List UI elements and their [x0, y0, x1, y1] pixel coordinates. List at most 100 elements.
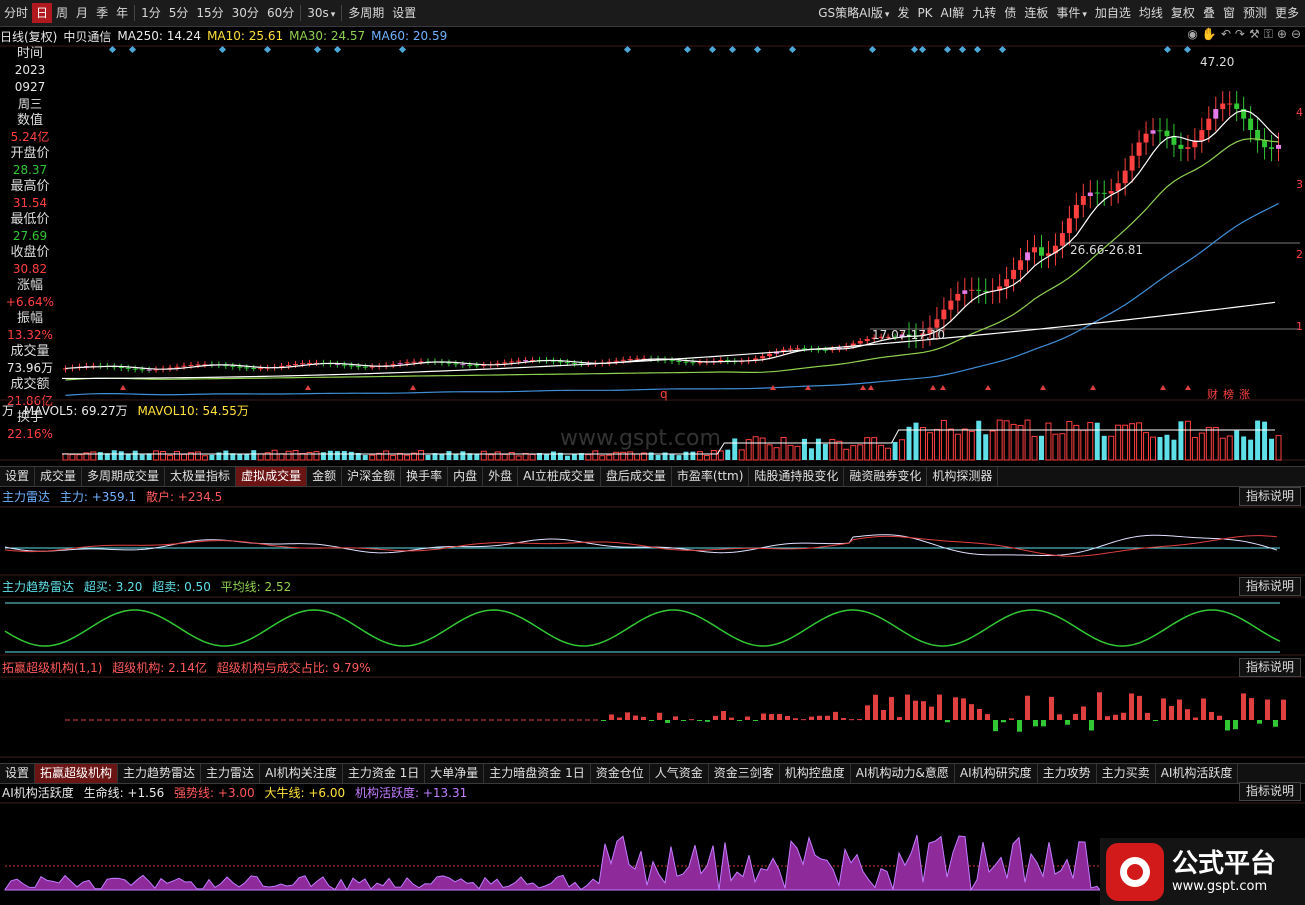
tabs1-tab-15[interactable]: 机构探测器 — [927, 467, 998, 486]
tabs2-tab-6[interactable]: 大单净量 — [425, 764, 484, 783]
ind3-bar — [1129, 693, 1134, 720]
tabs1-tab-8[interactable]: 内盘 — [448, 467, 483, 486]
tabs1-tab-2[interactable]: 多周期成交量 — [82, 467, 165, 486]
ind3-bar — [1217, 716, 1222, 720]
mavol5-value: MAVOL5: 69.27万 — [24, 404, 128, 418]
signal-diamond — [129, 46, 136, 53]
ind-super-inst-label: 拓赢超级机构(1,1) 超级机构: 2.14亿 超级机构与成交占比: 9.79% — [2, 659, 377, 676]
tabs2-tab-7[interactable]: 主力暗盘资金 1日 — [484, 764, 590, 783]
volume-bar — [572, 454, 577, 460]
ind4-help-button[interactable]: 指标说明 — [1239, 782, 1301, 801]
price-axis-tick: 4 — [1296, 106, 1303, 119]
candle-body — [635, 359, 640, 360]
tabs2-tab-3[interactable]: 主力雷达 — [201, 764, 260, 783]
volume-bar — [990, 431, 995, 460]
ind1-main: 主力: +359.1 — [60, 490, 136, 504]
volume-bar — [955, 434, 960, 460]
volume-bar — [725, 450, 730, 460]
tabs1-tab-9[interactable]: 外盘 — [483, 467, 518, 486]
candle-body — [1158, 130, 1163, 131]
ind1-help-button[interactable]: 指标说明 — [1239, 487, 1301, 506]
candle-body — [175, 367, 180, 368]
tabs2-tab-5[interactable]: 主力资金 1日 — [343, 764, 425, 783]
tabs2-tab-10[interactable]: 资金三剑客 — [709, 764, 780, 783]
ind3-bar — [561, 720, 566, 721]
tabs2-tab-9[interactable]: 人气资金 — [650, 764, 709, 783]
ind3-bar — [769, 714, 774, 720]
candle-body — [718, 360, 723, 361]
tabs2-tab-11[interactable]: 机构控盘度 — [780, 764, 851, 783]
tabs2-tab-14[interactable]: 主力攻势 — [1038, 764, 1097, 783]
ind3-bar — [985, 714, 990, 720]
ind3-bar — [929, 707, 934, 720]
candle-body — [558, 361, 563, 362]
ind3-name: 拓赢超级机构(1,1) — [2, 661, 102, 675]
volume-bar — [927, 433, 932, 460]
ind3-bar — [457, 720, 462, 721]
ind3-bar — [1065, 720, 1070, 725]
tabs1-tab-11[interactable]: 盘后成交量 — [601, 467, 672, 486]
volume-bar — [1178, 421, 1183, 460]
ind3-bar — [265, 720, 270, 721]
ind3-bar — [529, 720, 534, 721]
tabs1-tab-3[interactable]: 太极量指标 — [165, 467, 236, 486]
ind1-name: 主力雷达 — [2, 490, 50, 504]
candle-body — [1185, 147, 1190, 149]
tabs2-tab-0[interactable]: 设置 — [0, 764, 35, 783]
tabs1-tab-14[interactable]: 融资融券变化 — [844, 467, 927, 486]
tabs2-tab-2[interactable]: 主力趋势雷达 — [118, 764, 201, 783]
volume-bar — [1262, 422, 1267, 460]
volume-bar — [335, 451, 340, 460]
candle-body — [1220, 104, 1225, 110]
ind3-bar — [177, 720, 182, 721]
tabs1-tab-6[interactable]: 沪深金额 — [342, 467, 401, 486]
tabs1-tab-7[interactable]: 换手率 — [401, 467, 448, 486]
volume-bar — [816, 439, 821, 460]
tabs1-tab-13[interactable]: 陆股通持股变化 — [749, 467, 844, 486]
ind3-help-button[interactable]: 指标说明 — [1239, 658, 1301, 677]
signal-diamond — [399, 46, 406, 53]
ind3-bar — [777, 714, 782, 720]
tabs2-tab-8[interactable]: 资金仓位 — [591, 764, 650, 783]
ind3-bar — [553, 720, 558, 721]
volume-bar — [795, 446, 800, 460]
ind3-bar — [217, 720, 222, 721]
ind2-help-button[interactable]: 指标说明 — [1239, 577, 1301, 596]
ind3-bar — [601, 720, 606, 721]
tabs1-tab-5[interactable]: 金额 — [307, 467, 342, 486]
ind2-oversold: 超卖: 0.50 — [152, 580, 211, 594]
volume-bar — [774, 448, 779, 460]
signal-triangle — [860, 385, 866, 390]
volume-bar — [1004, 421, 1009, 460]
ind-main-radar-label: 主力雷达 主力: +359.1 散户: +234.5 — [2, 488, 228, 505]
ind3-bar — [761, 714, 766, 720]
tabs1-tab-1[interactable]: 成交量 — [35, 467, 82, 486]
candle-body — [502, 362, 507, 363]
tabs1-tab-12[interactable]: 市盈率(ttm) — [672, 467, 749, 486]
ind1-retail-line — [5, 536, 1277, 557]
price-annotation-3: q — [660, 387, 668, 401]
volume-bar — [809, 448, 814, 460]
volume-bar — [77, 455, 82, 460]
tabs2-tab-15[interactable]: 主力买卖 — [1097, 764, 1156, 783]
watermark: www.gspt.com — [560, 426, 721, 451]
volume-bar — [893, 442, 898, 460]
tabs2-tab-12[interactable]: AI机构动力&意愿 — [851, 764, 955, 783]
tabs2-tab-13[interactable]: AI机构研究度 — [955, 764, 1038, 783]
tabs2-tab-1[interactable]: 拓赢超级机构 — [35, 764, 118, 783]
ind3-bar — [1017, 720, 1022, 732]
tabs2-tab-4[interactable]: AI机构关注度 — [260, 764, 343, 783]
ind3-bar — [977, 709, 982, 720]
ind3-bar — [249, 720, 254, 721]
ind3-bar — [1249, 698, 1254, 720]
volume-bar — [1018, 426, 1023, 460]
ind3-bar — [785, 716, 790, 720]
ind3-bar — [897, 717, 902, 720]
ind3-bar — [209, 720, 214, 721]
tabs1-tab-10[interactable]: AI立桩成交量 — [518, 467, 601, 486]
tabs1-tab-4[interactable]: 虚拟成交量 — [236, 467, 307, 486]
volume-bar — [879, 445, 884, 460]
tabs1-tab-0[interactable]: 设置 — [0, 467, 35, 486]
tabs2-tab-16[interactable]: AI机构活跃度 — [1156, 764, 1239, 783]
volume-bar — [342, 451, 347, 460]
